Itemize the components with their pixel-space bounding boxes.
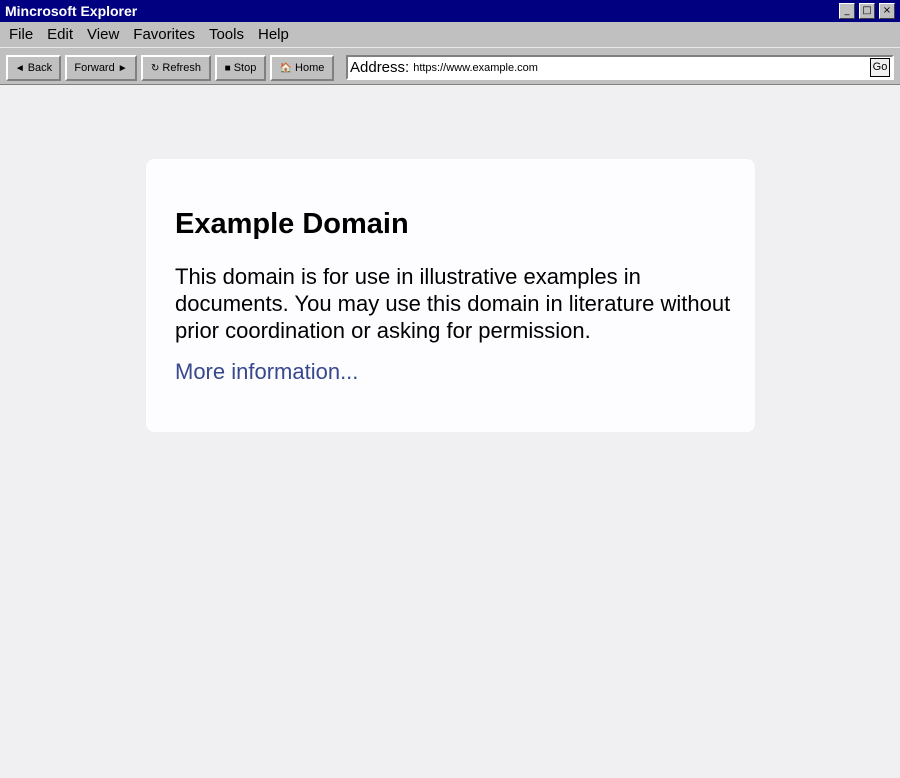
title-bar: Mincrosoft Explorer _ □ × <box>0 0 900 22</box>
content-card: Example Domain This domain is for use in… <box>146 159 755 432</box>
go-button[interactable]: Go <box>870 58 890 77</box>
window-controls: _ □ × <box>839 3 900 19</box>
page-heading: Example Domain <box>175 208 409 240</box>
home-label: Home <box>295 62 325 74</box>
more-information-link[interactable]: More information... <box>175 359 358 385</box>
home-icon: 🏠 <box>279 62 293 74</box>
menu-tools[interactable]: Tools <box>202 26 251 43</box>
menu-bar: File Edit View Favorites Tools Help <box>0 22 900 47</box>
toolbar: ◄ Back Forward ► ↻ Refresh ■ Stop 🏠 Home… <box>0 47 900 85</box>
minimize-button[interactable]: _ <box>839 3 855 19</box>
refresh-label: Refresh <box>162 62 201 74</box>
refresh-icon: ↻ <box>151 62 160 74</box>
back-arrow-icon: ◄ <box>14 62 25 74</box>
back-label: Back <box>27 62 53 74</box>
menu-view[interactable]: View <box>80 26 126 43</box>
url-input[interactable] <box>413 61 870 74</box>
forward-button[interactable]: Forward ► <box>65 55 137 81</box>
back-button[interactable]: ◄ Back <box>6 55 61 81</box>
page-description: This domain is for use in illustrative e… <box>175 264 731 343</box>
close-button[interactable]: × <box>879 3 895 19</box>
window-title: Mincrosoft Explorer <box>5 3 138 19</box>
stop-button[interactable]: ■ Stop <box>215 55 266 81</box>
stop-label: Stop <box>233 62 257 74</box>
menu-file[interactable]: File <box>2 26 40 43</box>
address-bar: Address: Go <box>346 55 894 80</box>
stop-icon: ■ <box>224 62 231 74</box>
menu-help[interactable]: Help <box>251 26 296 43</box>
forward-arrow-icon: ► <box>117 62 128 74</box>
maximize-button[interactable]: □ <box>859 3 875 19</box>
address-label: Address: <box>350 59 410 76</box>
refresh-button[interactable]: ↻ Refresh <box>141 55 211 81</box>
menu-favorites[interactable]: Favorites <box>126 26 202 43</box>
forward-label: Forward <box>74 62 115 74</box>
menu-edit[interactable]: Edit <box>40 26 80 43</box>
home-button[interactable]: 🏠 Home <box>270 55 334 81</box>
